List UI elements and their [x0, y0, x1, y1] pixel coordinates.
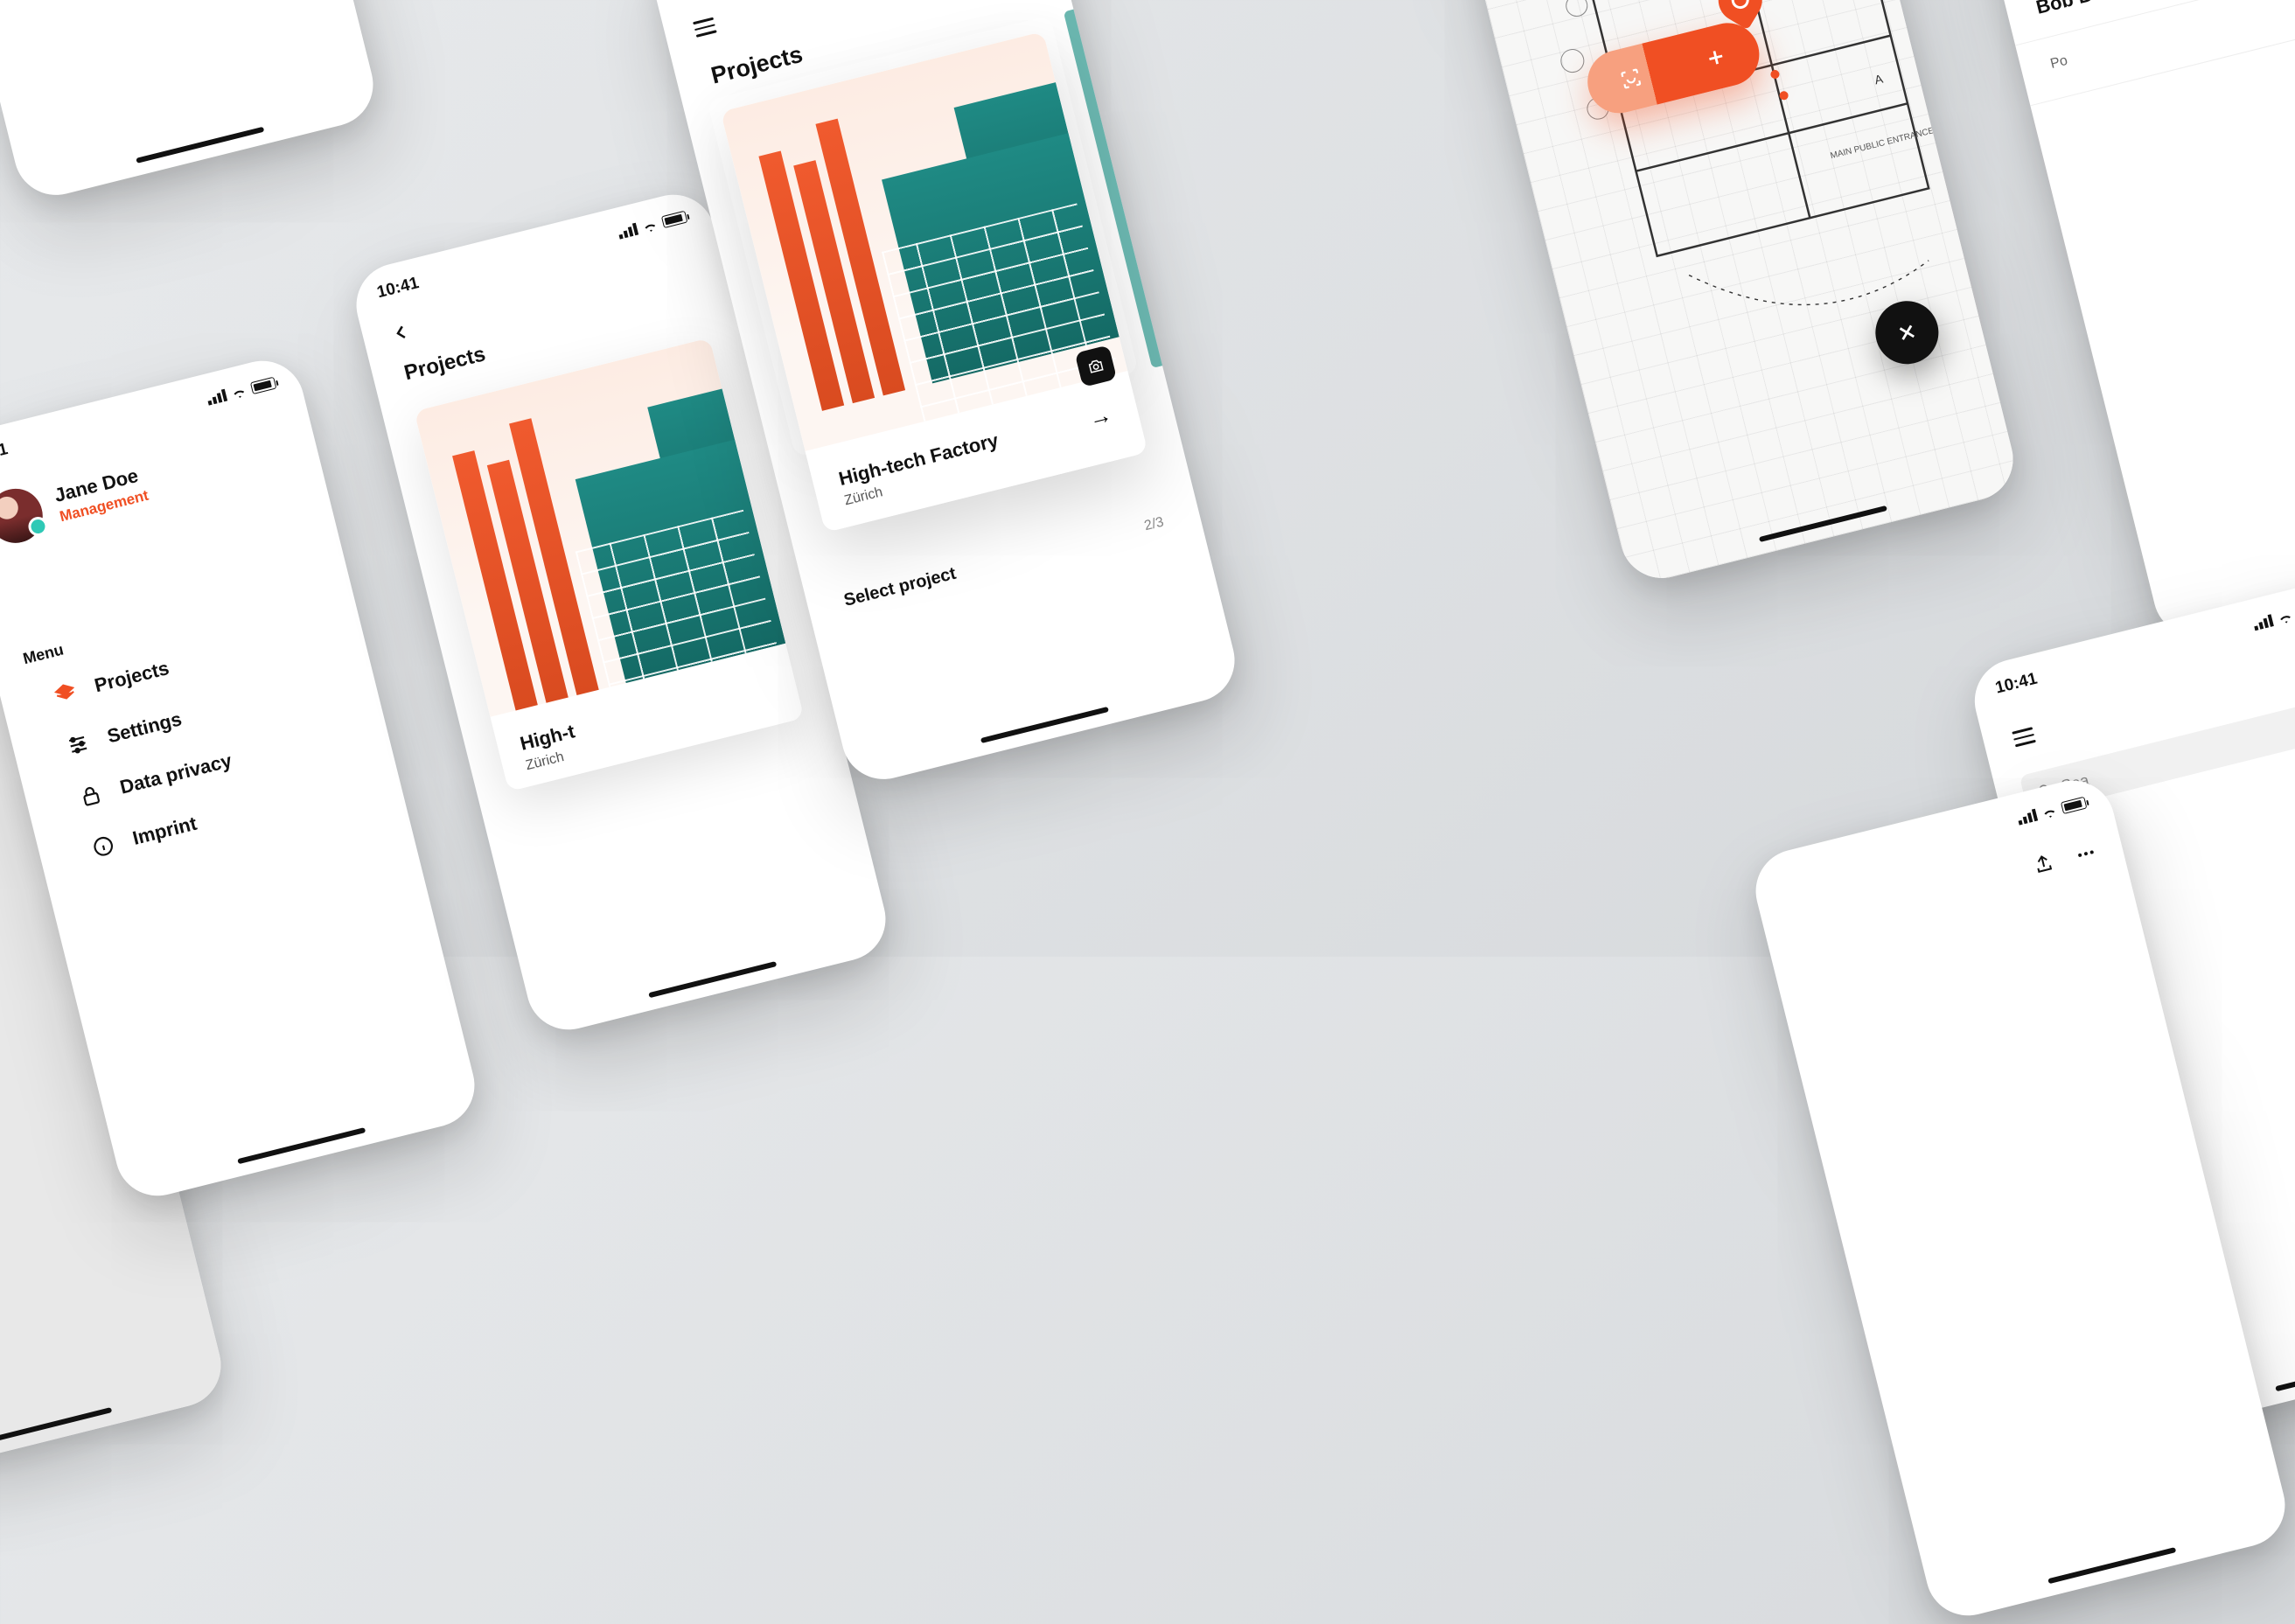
- project-card[interactable]: High-tech Factory Zürich →: [721, 31, 1148, 533]
- status-time: 10:41: [0, 440, 10, 469]
- status-icons: [2252, 602, 2295, 631]
- signal-icon: [617, 223, 638, 240]
- menu-item-label: Imprint: [130, 812, 199, 850]
- wifi-icon: [2276, 609, 2294, 624]
- project-card[interactable]: High-t Zürich: [414, 338, 804, 791]
- signal-icon: [2016, 809, 2038, 826]
- select-project-button[interactable]: Select project: [842, 564, 959, 611]
- battery-icon: [661, 211, 688, 228]
- status-icons: [617, 211, 687, 240]
- info-icon: [89, 833, 117, 861]
- phone-details-peek: Costs 620,25 € Assigned Bob B Po: [1974, 0, 2295, 645]
- svg-text:A: A: [1873, 71, 1886, 87]
- wifi-icon: [230, 384, 248, 400]
- signal-icon: [206, 389, 227, 406]
- scan-button[interactable]: [1586, 57, 1676, 100]
- menu-button[interactable]: [688, 13, 721, 41]
- lock-icon: [77, 782, 105, 810]
- status-time: 10:41: [1993, 670, 2039, 699]
- menu-item-label: Data privacy: [117, 749, 234, 799]
- wifi-icon: [2040, 804, 2059, 819]
- menu-button[interactable]: [2008, 723, 2040, 751]
- battery-icon: [2061, 797, 2088, 814]
- label-entrance: MAIN PUBLIC ENTRANCE: [1830, 126, 1936, 161]
- phone-peek-top-left: [0, 0, 382, 204]
- avatar: [0, 483, 48, 548]
- phone-floorplan: Terrace Informal Display area MAIN PUBLI…: [1424, 0, 2021, 587]
- menu-item-label: Settings: [105, 707, 185, 748]
- wifi-icon: [641, 218, 659, 233]
- battery-icon: [250, 377, 277, 394]
- signal-icon: [2252, 614, 2274, 631]
- status-icons: [206, 377, 276, 406]
- menu-item-label: Projects: [92, 657, 171, 697]
- layers-icon: [52, 680, 80, 707]
- status-time: 10:41: [375, 274, 421, 303]
- add-button[interactable]: [1671, 36, 1761, 79]
- share-button[interactable]: [2031, 852, 2056, 877]
- arrow-right-icon[interactable]: →: [1086, 401, 1115, 432]
- sliders-icon: [64, 731, 92, 759]
- more-button[interactable]: [2073, 841, 2098, 867]
- status-icons: [2016, 797, 2087, 826]
- page-indicator: 2/3: [1143, 514, 1166, 534]
